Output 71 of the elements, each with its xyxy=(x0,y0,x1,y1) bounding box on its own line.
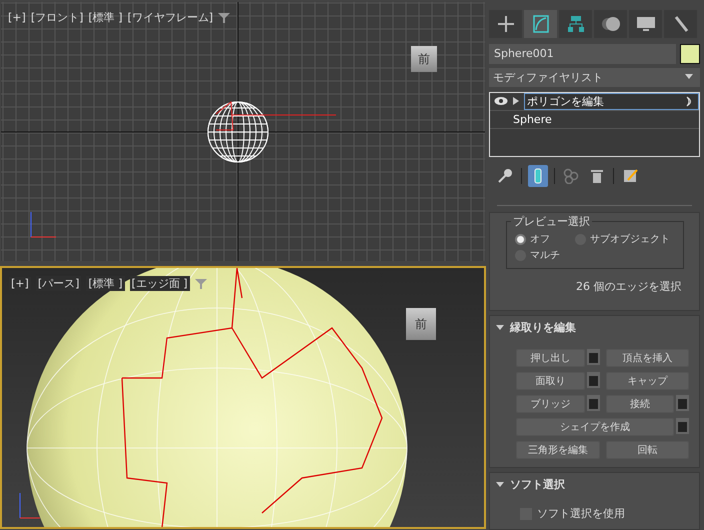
rollout-title: ソフト選択 xyxy=(510,477,565,492)
viewport[interactable]: [+] [フロント] [標準 ] [ワイヤフレーム] 前 xyxy=(0,1,486,262)
settings-button[interactable] xyxy=(676,395,689,412)
stack-tool[interactable] xyxy=(528,165,548,188)
settings-button[interactable] xyxy=(586,395,600,412)
filter-icon[interactable] xyxy=(194,278,207,290)
command-tab[interactable] xyxy=(524,10,557,38)
caret-icon xyxy=(685,74,693,80)
object-color-swatch[interactable] xyxy=(680,44,700,64)
viewport-label[interactable]: [エッジ面 ] xyxy=(130,276,190,291)
viewport-label[interactable]: [フロント] xyxy=(30,10,84,25)
circles-icon xyxy=(600,15,620,33)
rollout-header[interactable]: ソフト選択 xyxy=(496,477,693,492)
checkbox-label: ソフト選択を使用 xyxy=(537,506,625,522)
eye-icon[interactable] xyxy=(494,96,508,106)
edit-button[interactable]: シェイプを作成 xyxy=(516,418,674,436)
settings-button[interactable] xyxy=(676,418,689,434)
edit-button[interactable]: ブリッジ xyxy=(516,395,584,414)
rollout-header[interactable]: 縁取りを編集 xyxy=(496,320,693,336)
viewport-label[interactable]: [標準 ] xyxy=(86,276,124,291)
viewport-label[interactable]: [+] xyxy=(8,11,26,24)
radio-option[interactable]: マルチ xyxy=(515,248,575,262)
radio-label: オフ xyxy=(530,233,550,246)
edit-button[interactable]: 三角形を編集 xyxy=(516,441,600,460)
viewcube[interactable]: 前 xyxy=(406,308,436,340)
command-tab[interactable] xyxy=(664,10,697,38)
radio-button[interactable] xyxy=(515,234,526,245)
plus-icon xyxy=(496,15,516,33)
selection-count-text: 26 個のエッジを選択 xyxy=(576,279,682,294)
group-title: プレビュー選択 xyxy=(511,214,592,230)
trash-icon xyxy=(589,168,605,184)
viewport-label[interactable]: [ワイヤフレーム] xyxy=(128,10,214,25)
radio-option[interactable]: サブオブジェクト xyxy=(575,232,675,246)
modifier-list-dropdown[interactable]: モディファイヤリスト xyxy=(489,68,700,87)
crescent-icon xyxy=(686,96,694,107)
object-name-field[interactable]: Sphere001 xyxy=(489,44,676,64)
viewport-label[interactable]: [+] xyxy=(9,277,31,290)
expand-arrow-icon[interactable] xyxy=(512,96,520,106)
collapse-arrow-icon xyxy=(496,324,504,331)
edit-button[interactable]: 頂点を挿入 xyxy=(606,349,689,368)
viewcube[interactable]: 前 xyxy=(411,46,437,72)
edit-button[interactable]: キャップ xyxy=(606,372,689,390)
viewport-label[interactable]: [パース] xyxy=(36,276,82,291)
viewcube-label: 前 xyxy=(418,50,430,68)
viewcube-label: 前 xyxy=(415,316,427,332)
monitor-icon xyxy=(636,15,656,33)
settings-button[interactable] xyxy=(586,349,600,366)
curve-in-square-icon xyxy=(530,15,550,33)
pin-icon xyxy=(497,168,513,184)
viewport-label[interactable]: [標準 ] xyxy=(88,10,122,25)
radio-label: マルチ xyxy=(530,249,560,262)
stack-item[interactable]: Sphere xyxy=(511,112,699,127)
filter-icon[interactable] xyxy=(218,12,230,24)
radio-label: サブオブジェクト xyxy=(590,232,670,246)
command-tab[interactable] xyxy=(489,10,522,38)
stack-item[interactable]: ポリゴンを編集 xyxy=(524,92,699,110)
viewport[interactable]: [+] [パース] [標準 ] [エッジ面 ] 前 xyxy=(0,266,486,529)
pencil-grid-icon xyxy=(622,168,638,184)
radio-option[interactable]: オフ xyxy=(515,232,575,246)
command-tab[interactable] xyxy=(559,10,592,38)
hierarchy-icon xyxy=(566,15,586,33)
command-tab[interactable] xyxy=(594,10,627,38)
circles-icon xyxy=(563,168,579,184)
collapse-arrow-icon xyxy=(496,482,504,488)
rollout-title: 縁取りを編集 xyxy=(510,320,576,336)
command-tab[interactable] xyxy=(629,10,662,38)
edit-button[interactable]: 接続 xyxy=(606,395,674,414)
edit-button[interactable]: 面取り xyxy=(516,372,584,390)
edit-button[interactable]: 押し出し xyxy=(516,349,584,368)
edit-button[interactable]: 回転 xyxy=(606,441,689,460)
settings-button[interactable] xyxy=(586,372,600,388)
